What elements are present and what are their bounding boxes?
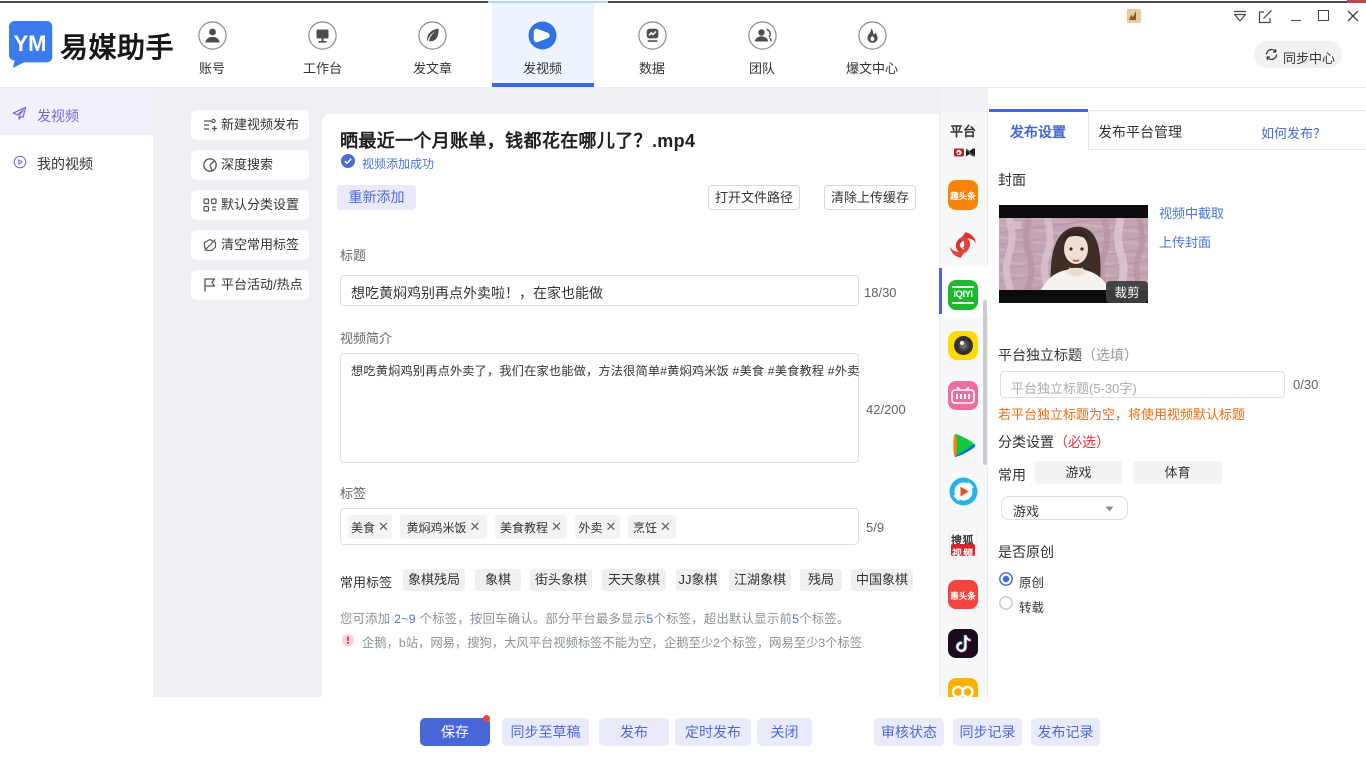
- svg-text:裁剪: 裁剪: [1114, 285, 1139, 300]
- svg-text:YM: YM: [14, 31, 47, 56]
